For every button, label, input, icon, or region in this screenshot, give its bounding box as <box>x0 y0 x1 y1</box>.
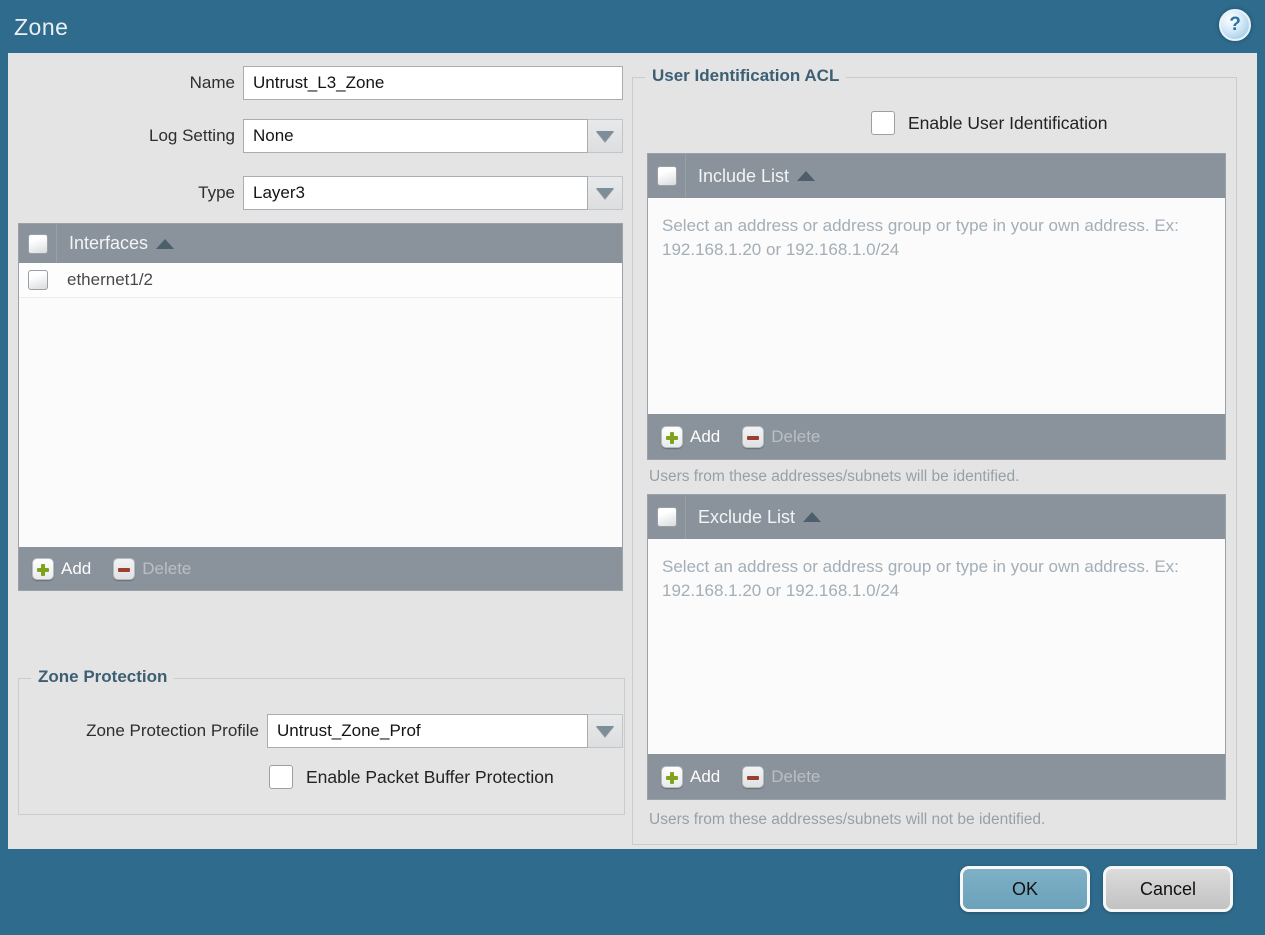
interfaces-header: Interfaces <box>19 224 622 263</box>
sort-ascending-icon <box>803 512 822 522</box>
name-label: Name <box>189 73 235 92</box>
type-dropdown-button[interactable] <box>588 176 623 210</box>
include-list-toolbar: Add Delete <box>648 414 1225 459</box>
delete-button[interactable]: Delete <box>113 557 191 580</box>
delete-button[interactable]: Delete <box>742 765 820 788</box>
plus-icon <box>661 765 683 788</box>
log-setting-dropdown-button[interactable] <box>588 119 623 153</box>
add-button[interactable]: Add <box>661 765 720 788</box>
sort-ascending-icon <box>156 238 175 249</box>
minus-icon <box>113 557 136 580</box>
type-input[interactable] <box>243 176 588 210</box>
exclude-list-toolbar: Add Delete <box>648 754 1225 799</box>
interfaces-table: Interfaces ethernet1/2 Add Delete <box>18 223 623 591</box>
user-identification-group: User Identification ACL Enable User Iden… <box>632 66 1237 845</box>
include-list-table: Include List Select an address or addres… <box>647 153 1226 460</box>
enable-user-identification-checkbox[interactable] <box>871 111 895 135</box>
user-identification-legend: User Identification ACL <box>645 66 847 86</box>
page-title: Zone <box>14 14 69 40</box>
log-setting-label: Log Setting <box>148 126 235 145</box>
zone-protection-legend: Zone Protection <box>31 667 175 687</box>
exclude-list-placeholder: Select an address or address group or ty… <box>662 557 1179 601</box>
dialog-titlebar: Zone ? <box>0 0 1265 53</box>
packet-buffer-protection-label: Enable Packet Buffer Protection <box>306 766 554 787</box>
select-all-checkbox[interactable] <box>656 166 677 186</box>
chevron-down-icon <box>596 130 614 142</box>
exclude-list-table: Exclude List Select an address or addres… <box>647 494 1226 800</box>
log-setting-input[interactable] <box>243 119 588 153</box>
help-icon[interactable]: ? <box>1219 9 1251 41</box>
row-checkbox[interactable] <box>28 270 48 290</box>
add-button[interactable]: Add <box>32 557 91 580</box>
enable-user-identification-label: Enable User Identification <box>908 112 1108 133</box>
table-row[interactable]: ethernet1/2 <box>19 263 622 298</box>
zone-protection-profile-input[interactable] <box>267 714 588 748</box>
ok-button[interactable]: OK <box>960 866 1090 912</box>
cancel-button[interactable]: Cancel <box>1103 866 1233 912</box>
zone-protection-profile-dropdown-button[interactable] <box>588 714 623 748</box>
select-all-checkbox[interactable] <box>656 507 677 527</box>
exclude-list-column-header[interactable]: Exclude List <box>686 495 822 539</box>
name-input[interactable] <box>243 66 623 100</box>
interface-name: ethernet1/2 <box>67 270 154 289</box>
delete-button[interactable]: Delete <box>742 425 820 448</box>
include-list-body[interactable]: Select an address or address group or ty… <box>648 198 1225 414</box>
interfaces-header-cell <box>19 224 57 263</box>
select-all-checkbox[interactable] <box>27 233 48 254</box>
exclude-list-caption: Users from these addresses/subnets will … <box>649 811 1046 828</box>
plus-icon <box>661 425 683 448</box>
exclude-list-body[interactable]: Select an address or address group or ty… <box>648 539 1225 754</box>
exclude-list-header: Exclude List <box>648 495 1225 539</box>
include-list-caption: Users from these addresses/subnets will … <box>649 468 1020 485</box>
minus-icon <box>742 765 765 788</box>
include-list-placeholder: Select an address or address group or ty… <box>662 216 1179 260</box>
type-label: Type <box>198 183 235 202</box>
interfaces-column-header[interactable]: Interfaces <box>57 224 175 263</box>
include-list-header: Include List <box>648 154 1225 198</box>
chevron-down-icon <box>596 725 614 737</box>
dialog-body: Name Log Setting Type Interfaces ethe <box>8 53 1257 849</box>
chevron-down-icon <box>596 187 614 199</box>
zone-protection-group: Zone Protection Zone Protection Profile … <box>18 667 625 815</box>
include-list-column-header[interactable]: Include List <box>686 154 816 198</box>
interfaces-toolbar: Add Delete <box>19 547 622 590</box>
interfaces-body: ethernet1/2 <box>19 263 622 547</box>
add-button[interactable]: Add <box>661 425 720 448</box>
packet-buffer-protection-checkbox[interactable] <box>269 765 293 789</box>
minus-icon <box>742 425 765 448</box>
zone-protection-profile-label: Zone Protection Profile <box>86 721 259 740</box>
sort-ascending-icon <box>797 171 816 181</box>
plus-icon <box>32 557 54 580</box>
